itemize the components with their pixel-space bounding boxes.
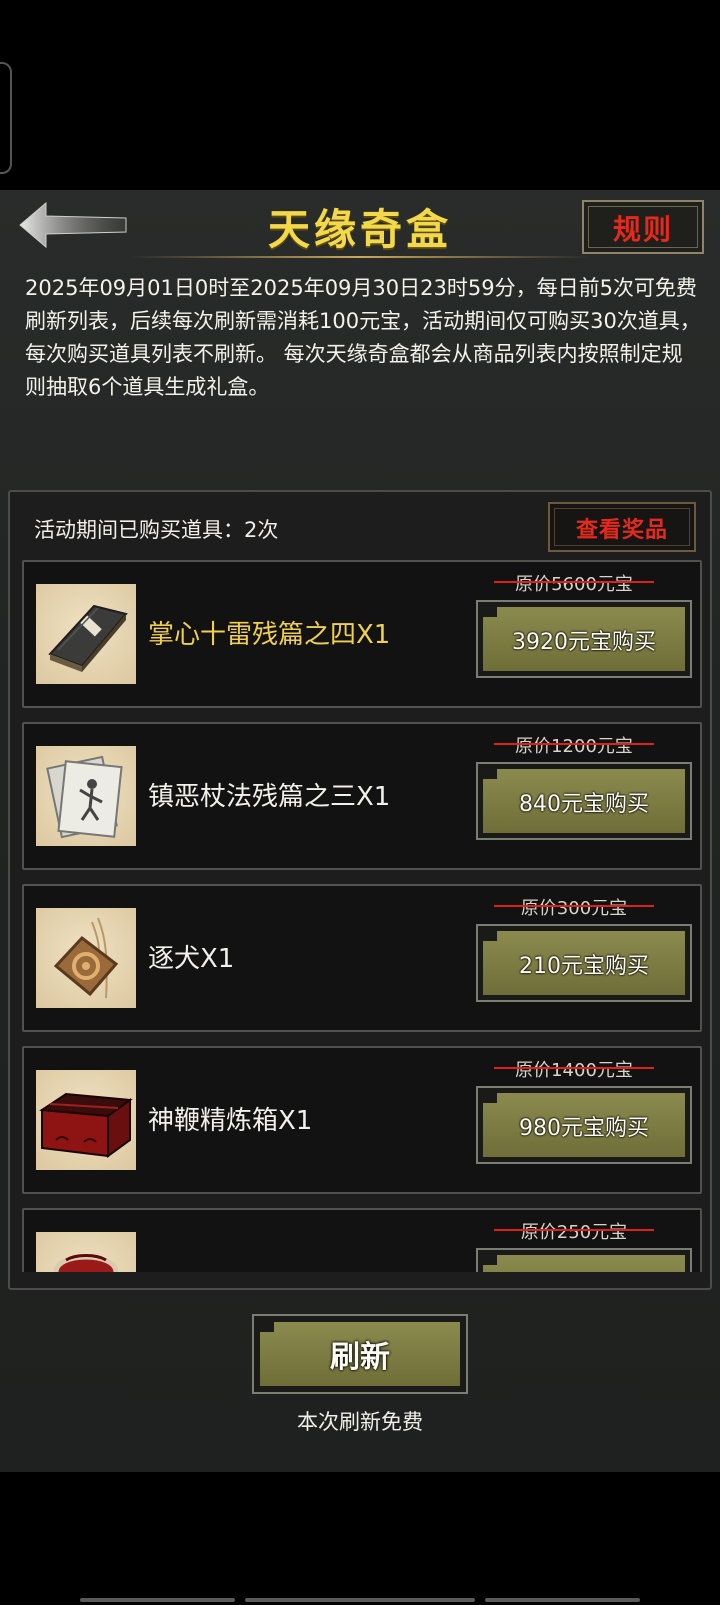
buy-button-label: 980元宝购买: [519, 1116, 649, 1141]
original-price: 原价300元宝: [520, 898, 628, 919]
price-strikethrough: [494, 743, 654, 745]
button-corner-notch: [483, 1093, 497, 1103]
title-underline: [130, 256, 590, 258]
rules-button-label: 规则: [612, 213, 673, 246]
buy-button[interactable]: [476, 1248, 692, 1272]
buy-button[interactable]: 980元宝购买: [476, 1086, 692, 1164]
buy-button-label: 3920元宝购买: [512, 630, 656, 655]
purchase-count-text: 活动期间已购买道具：2次: [34, 518, 279, 542]
button-corner-notch: [483, 931, 497, 941]
rules-button[interactable]: 规则: [582, 200, 704, 254]
original-price: 原价5600元宝: [515, 574, 633, 595]
item-list[interactable]: 掌心十雷残篇之四X1 原价5600元宝 3920元宝购买 镇恶杖法残篇之三X1 …: [10, 560, 710, 1272]
price-strikethrough: [494, 905, 654, 907]
item-name: 神鞭精炼箱X1: [148, 1106, 313, 1136]
button-corner-notch: [483, 607, 497, 617]
buy-button-face: [483, 1255, 685, 1272]
original-price: 原价250元宝: [520, 1222, 628, 1243]
screen-edge-decoration: [0, 62, 12, 174]
event-description: 2025年09月01日0时至2025年09月30日23时59分，每日前5次可免费…: [25, 276, 701, 399]
button-corner-notch: [483, 1255, 497, 1265]
price-strikethrough: [494, 1229, 654, 1231]
view-prizes-button[interactable]: 查看奖品: [548, 502, 696, 552]
shop-item: 神鞭精炼箱X1 原价1400元宝 980元宝购买: [22, 1046, 702, 1194]
shop-item: 原价250元宝: [22, 1208, 702, 1272]
buy-button-label: 210元宝购买: [519, 954, 649, 979]
refresh-button-label: 刷新: [330, 1340, 390, 1375]
price-strikethrough: [494, 581, 654, 583]
view-prizes-label: 查看奖品: [575, 518, 668, 543]
header: 天缘奇盒 规则: [0, 190, 720, 266]
talisman-icon: [36, 908, 136, 1008]
original-price: 原价1200元宝: [515, 736, 633, 757]
original-price: 原价1400元宝: [515, 1060, 633, 1081]
buy-button-label: 840元宝购买: [519, 792, 649, 817]
nav-gesture-bar: [245, 1598, 475, 1602]
book-icon: [36, 584, 136, 684]
refresh-cost-note: 本次刷新免费: [297, 1410, 423, 1434]
shop-item: 镇恶杖法残篇之三X1 原价1200元宝 840元宝购买: [22, 722, 702, 870]
button-corner-notch: [483, 769, 497, 779]
item-name: 掌心十雷残篇之四X1: [148, 620, 391, 650]
red-bag-icon: [36, 1232, 136, 1272]
buy-button[interactable]: 210元宝购买: [476, 924, 692, 1002]
shop-item: 逐犬X1 原价300元宝 210元宝购买: [22, 884, 702, 1032]
button-corner-notch: [260, 1322, 274, 1332]
refresh-button[interactable]: 刷新: [252, 1314, 468, 1394]
shop-list-frame: 活动期间已购买道具：2次 查看奖品 掌心十雷残篇之四X1 原价5600元宝 39…: [8, 490, 712, 1290]
scroll-pages-icon: [36, 746, 136, 846]
nav-gesture-bar: [485, 1598, 640, 1602]
status-bar-area: [0, 0, 720, 190]
red-chest-icon: [36, 1070, 136, 1170]
bottom-area: [0, 1472, 720, 1605]
event-panel: 天缘奇盒 规则 2025年09月01日0时至2025年09月30日23时59分，…: [0, 190, 720, 1472]
item-name: 镇恶杖法残篇之三X1: [148, 782, 391, 812]
buy-button[interactable]: 840元宝购买: [476, 762, 692, 840]
nav-gesture-bar: [80, 1598, 235, 1602]
buy-button[interactable]: 3920元宝购买: [476, 600, 692, 678]
price-strikethrough: [494, 1067, 654, 1069]
shop-item: 掌心十雷残篇之四X1 原价5600元宝 3920元宝购买: [22, 560, 702, 708]
item-name: 逐犬X1: [148, 944, 235, 974]
